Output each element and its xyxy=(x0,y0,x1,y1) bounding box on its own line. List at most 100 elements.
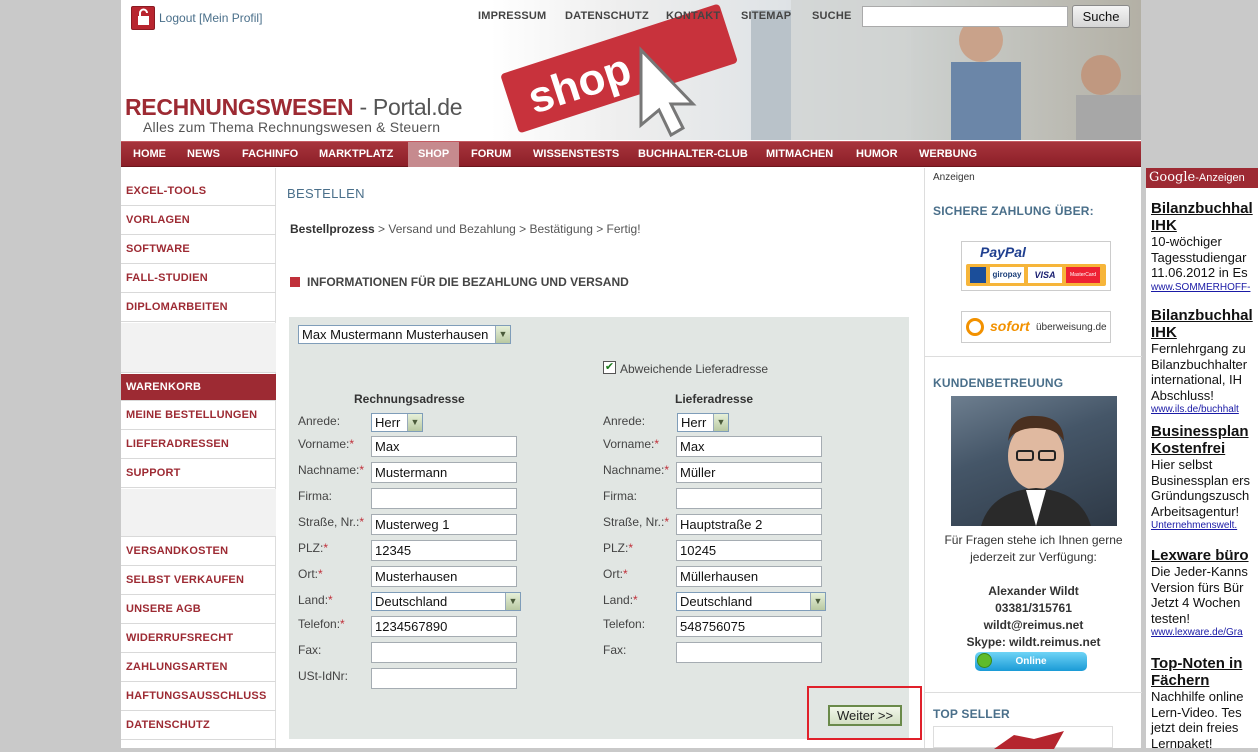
ad-item[interactable]: Bilanzbuchhal IHK 10-wöchiger Tagesstudi… xyxy=(1151,200,1258,294)
sidebar-item-diplomarbeiten[interactable]: DIPLOMARBEITEN xyxy=(121,293,276,322)
ad-description: Nachhilfe online Lern-Video. Tes jetzt d… xyxy=(1151,689,1244,748)
billing-anrede-select[interactable]: Herr ▼ xyxy=(371,413,423,432)
search-button[interactable]: Suche xyxy=(1072,5,1130,28)
sidebar-item-selbst-verkaufen[interactable]: SELBST VERKAUFEN xyxy=(121,566,276,595)
breadcrumb: Bestellprozess > Versand und Bezahlung >… xyxy=(290,222,641,236)
billing-vorname-label: Vorname:* xyxy=(298,437,354,451)
breadcrumb-current: Bestellprozess xyxy=(290,222,375,236)
billing-nachname-input[interactable]: Mustermann xyxy=(371,462,517,483)
ad-title[interactable]: Lexware büro xyxy=(1151,547,1258,564)
delivery-fax-input[interactable] xyxy=(676,642,822,663)
sidebar-item-datenschutz[interactable]: DATENSCHUTZ xyxy=(121,711,276,740)
profile-link[interactable]: [Mein Profil] xyxy=(199,11,262,25)
billing-strasse-input[interactable]: Musterweg 1 xyxy=(371,514,517,535)
billing-ustid-input[interactable] xyxy=(371,668,517,689)
delivery-nachname-input[interactable]: Müller xyxy=(676,462,822,483)
ad-item[interactable]: Top-Noten in Fächern Nachhilfe online Le… xyxy=(1151,655,1258,748)
delivery-land-select[interactable]: Deutschland ▼ xyxy=(676,592,826,611)
topnav-kontakt[interactable]: KONTAKT xyxy=(666,10,720,22)
delivery-plz-input[interactable]: 10245 xyxy=(676,540,822,561)
delivery-anrede-label: Anrede: xyxy=(603,414,646,428)
nav-home[interactable]: HOME xyxy=(133,148,166,160)
required-mark: * xyxy=(318,567,323,581)
nav-mitmachen[interactable]: MITMACHEN xyxy=(766,148,833,160)
ad-url[interactable]: www.ils.de/buchhalt xyxy=(1151,403,1258,416)
nav-shop[interactable]: SHOP xyxy=(408,142,460,167)
support-text-2: jederzeit zur Verfügung: xyxy=(970,550,1097,564)
sidebar-item-versandkosten[interactable]: VERSANDKOSTEN xyxy=(121,537,276,566)
sidebar-item-widerrufsrecht[interactable]: WIDERRUFSRECHT xyxy=(121,624,276,653)
ad-description: Fernlehrgang zu Bilanzbuchhalter interna… xyxy=(1151,341,1248,403)
nav-wissenstests[interactable]: WISSENSTESTS xyxy=(533,148,619,160)
ad-title[interactable]: Top-Noten in Fächern xyxy=(1151,655,1258,689)
delivery-strasse-input[interactable]: Hauptstraße 2 xyxy=(676,514,822,535)
paypal-logo[interactable]: PayPal giropay VISA MasterCard xyxy=(961,241,1111,291)
billing-plz-input[interactable]: 12345 xyxy=(371,540,517,561)
delivery-vorname-input[interactable]: Max xyxy=(676,436,822,457)
ad-item[interactable]: Businessplan Kostenfrei Hier selbst Busi… xyxy=(1151,423,1258,532)
sidebar-item-lieferadressen[interactable]: LIEFERADRESSEN xyxy=(121,430,276,459)
sidebar-item-meine-bestellungen[interactable]: MEINE BESTELLUNGEN xyxy=(121,401,276,430)
sidebar-item-fall-studien[interactable]: FALL-STUDIEN xyxy=(121,264,276,293)
sidebar-item-vorlagen[interactable]: VORLAGEN xyxy=(121,206,276,235)
sidebar-item-unsere-agb[interactable]: UNSERE AGB xyxy=(121,595,276,624)
nav-marktplatz[interactable]: MARKTPLATZ xyxy=(319,148,393,160)
skype-status-button[interactable]: Online xyxy=(975,652,1087,671)
sidebar-item-support[interactable]: SUPPORT xyxy=(121,459,276,488)
sidebar-cart-header[interactable]: WARENKORB xyxy=(121,374,276,401)
topnav-sitemap[interactable]: SITEMAP xyxy=(741,10,791,22)
sidebar-item-software[interactable]: SOFTWARE xyxy=(121,235,276,264)
billing-fax-input[interactable] xyxy=(371,642,517,663)
topnav-suche[interactable]: SUCHE xyxy=(812,10,852,22)
nav-forum[interactable]: FORUM xyxy=(471,148,511,160)
billing-land-value: Deutschland xyxy=(375,594,448,609)
required-mark: * xyxy=(349,437,355,451)
billing-telefon-input[interactable]: 1234567890 xyxy=(371,616,517,637)
ad-url[interactable]: www.SOMMERHOFF- xyxy=(1151,281,1258,294)
google-ads: Google-Anzeigen Bilanzbuchhal IHK 10-wöc… xyxy=(1146,168,1258,748)
ad-title[interactable]: Businessplan Kostenfrei xyxy=(1151,423,1258,457)
required-mark: * xyxy=(323,541,329,555)
logout-link[interactable]: Logout xyxy=(159,11,196,25)
sidebar-item-zahlungsarten[interactable]: ZAHLUNGSARTEN xyxy=(121,653,276,682)
ad-url[interactable]: Unternehmenswelt. xyxy=(1151,519,1258,532)
sidebar-item-haftungsausschluss[interactable]: HAFTUNGSAUSSCHLUSS xyxy=(121,682,276,711)
site-logo[interactable]: RECHNUNGSWESEN - Portal.de xyxy=(125,94,463,121)
topseller-heading: TOP SELLER xyxy=(933,707,1010,721)
nav-news[interactable]: NEWS xyxy=(187,148,220,160)
nav-humor[interactable]: HUMOR xyxy=(856,148,898,160)
ad-description: Hier selbst Businessplan ers Gründungszu… xyxy=(1151,457,1250,519)
alt-delivery-checkbox[interactable]: ✔ xyxy=(603,361,616,374)
delivery-strasse-label-text: Straße, Nr.: xyxy=(603,515,665,529)
delivery-firma-input[interactable] xyxy=(676,488,822,509)
billing-ort-input[interactable]: Musterhausen xyxy=(371,566,517,587)
billing-land-select[interactable]: Deutschland ▼ xyxy=(371,592,521,611)
lock-icon[interactable] xyxy=(131,6,155,30)
address-select[interactable]: Max Mustermann Musterhausen ▼ xyxy=(298,325,511,344)
nav-buchhalter-club[interactable]: BUCHHALTER-CLUB xyxy=(638,148,748,160)
delivery-land-label: Land:* xyxy=(603,593,638,607)
nav-werbung[interactable]: WERBUNG xyxy=(919,148,977,160)
ad-title[interactable]: Bilanzbuchhal IHK xyxy=(1151,200,1258,234)
contact-email[interactable]: wildt@reimus.net xyxy=(925,618,1142,632)
ad-url[interactable]: www.lexware.de/Gra xyxy=(1151,626,1258,639)
delivery-ort-input[interactable]: Müllerhausen xyxy=(676,566,822,587)
sidebar-item-excel-tools[interactable]: EXCEL-TOOLS xyxy=(121,177,276,206)
next-button[interactable]: Weiter >> xyxy=(828,705,902,726)
search-input[interactable] xyxy=(862,6,1068,27)
ad-title[interactable]: Bilanzbuchhal IHK xyxy=(1151,307,1258,341)
topnav-impressum[interactable]: IMPRESSUM xyxy=(478,10,546,22)
topnav-datenschutz[interactable]: DATENSCHUTZ xyxy=(565,10,649,22)
delivery-ort-label-text: Ort: xyxy=(603,567,623,581)
sofort-wordmark: sofort xyxy=(990,318,1030,334)
nav-fachinfo[interactable]: FACHINFO xyxy=(242,148,298,160)
logout-links: Logout [Mein Profil] xyxy=(159,11,262,25)
billing-vorname-input[interactable]: Max xyxy=(371,436,517,457)
billing-firma-input[interactable] xyxy=(371,488,517,509)
ad-item[interactable]: Lexware büro Die Jeder-Kanns Version für… xyxy=(1151,547,1258,639)
delivery-anrede-select[interactable]: Herr ▼ xyxy=(677,413,729,432)
sofort-logo[interactable]: sofort überweisung.de xyxy=(961,311,1111,343)
ad-item[interactable]: Bilanzbuchhal IHK Fernlehrgang zu Bilanz… xyxy=(1151,307,1258,416)
delivery-telefon-input[interactable]: 548756075 xyxy=(676,616,822,637)
topseller-image[interactable] xyxy=(933,726,1113,749)
